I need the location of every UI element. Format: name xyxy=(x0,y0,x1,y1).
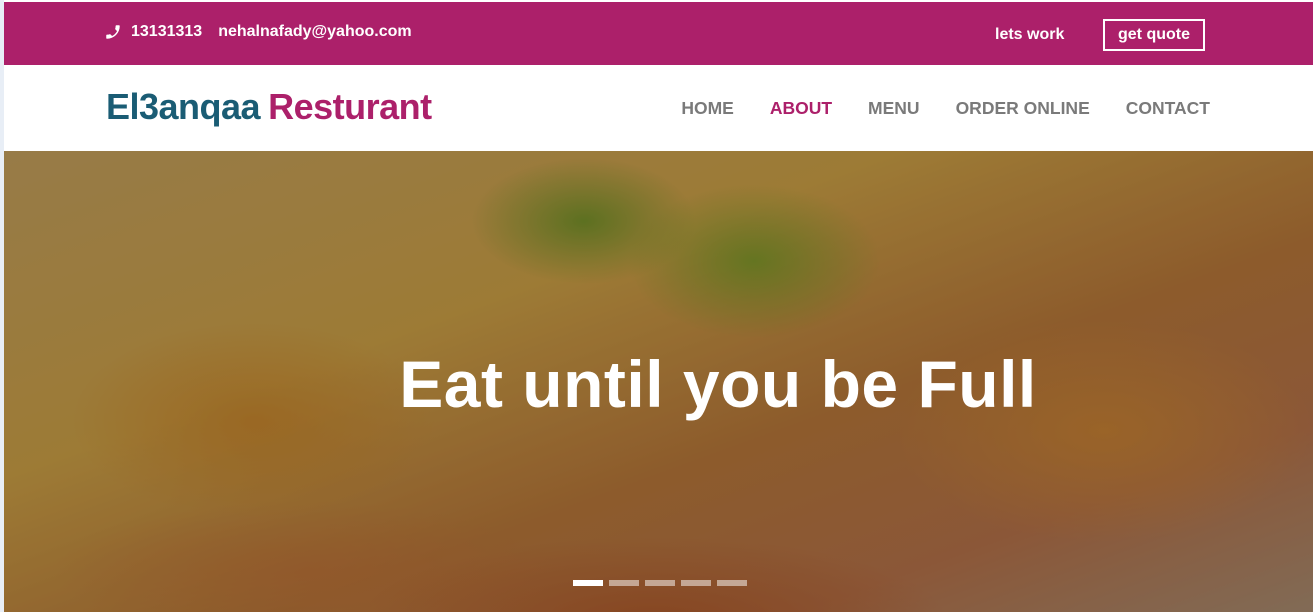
brand-name-part1: El3anqaa xyxy=(106,86,261,127)
brand-name-part2: Resturant xyxy=(268,86,432,127)
phone-number: 13131313 xyxy=(131,23,203,40)
carousel-indicator-2[interactable] xyxy=(609,580,639,586)
hero-title: Eat until you be Full xyxy=(399,347,1037,421)
brand-logo[interactable]: El3anqaa Resturant xyxy=(106,86,432,128)
email-address[interactable]: nehalnafady@yahoo.com xyxy=(218,23,411,41)
nav-item-home[interactable]: HOME xyxy=(681,98,734,119)
top-contact-bar: 13131313 nehalnafady@yahoo.com lets work… xyxy=(4,2,1313,65)
page: 13131313 nehalnafady@yahoo.com lets work… xyxy=(4,0,1313,612)
nav-item-about[interactable]: ABOUT xyxy=(770,98,832,119)
carousel-indicator-1[interactable] xyxy=(573,580,603,586)
carousel-indicator-4[interactable] xyxy=(681,580,711,586)
carousel-indicators xyxy=(573,580,753,586)
main-navbar: El3anqaa Resturant HOME ABOUT MENU ORDER … xyxy=(4,65,1313,151)
nav-item-order-online[interactable]: ORDER ONLINE xyxy=(956,98,1090,119)
hero-carousel[interactable]: Eat until you be Full xyxy=(4,151,1313,612)
lets-work-link[interactable]: lets work xyxy=(995,26,1064,44)
carousel-indicator-3[interactable] xyxy=(645,580,675,586)
phone-icon xyxy=(106,25,120,39)
nav-item-contact[interactable]: CONTACT xyxy=(1126,98,1210,119)
get-quote-button[interactable]: get quote xyxy=(1103,19,1205,51)
nav-menu: HOME ABOUT MENU ORDER ONLINE CONTACT xyxy=(645,98,1210,119)
contact-info: 13131313 nehalnafady@yahoo.com xyxy=(104,22,412,42)
carousel-indicator-5[interactable] xyxy=(717,580,747,586)
nav-item-menu[interactable]: MENU xyxy=(868,98,920,119)
